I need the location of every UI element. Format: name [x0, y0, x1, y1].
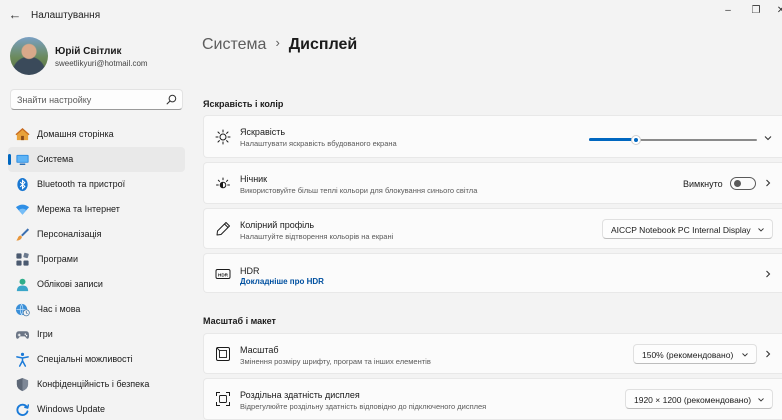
- hdr-card[interactable]: HDR HDR Докладніше про HDR: [203, 253, 782, 293]
- bluetooth-icon: [17, 177, 28, 192]
- sidebar-item-apps[interactable]: Програми: [8, 247, 185, 272]
- account-icon: [16, 278, 29, 292]
- title-bar: ← Налаштування – ❐ ✕: [0, 0, 782, 30]
- accessibility-icon: [16, 352, 29, 367]
- brightness-slider[interactable]: [589, 135, 757, 145]
- monitor-icon: [16, 154, 29, 166]
- sidebar-item-label: Час і мова: [37, 304, 81, 314]
- section-title-scale-layout: Масштаб і макет: [203, 316, 276, 326]
- night-light-card[interactable]: Нічник Використовуйте більш теплі кольор…: [203, 162, 782, 204]
- sidebar-item-system[interactable]: Система: [8, 147, 185, 172]
- dropdown-value: 150% (рекомендовано): [642, 350, 734, 360]
- sidebar-item-gaming[interactable]: Ігри: [8, 322, 185, 347]
- breadcrumb-separator: ›: [275, 35, 280, 50]
- color-profile-title: Колірний профіль: [240, 220, 315, 230]
- sidebar-item-label: Програми: [37, 254, 78, 264]
- chevron-down-icon: [742, 353, 748, 357]
- dropdown-value: 1920 × 1200 (рекомендовано): [634, 395, 752, 405]
- slider-fill: [589, 138, 636, 141]
- sidebar-item-home[interactable]: Домашня сторінка: [8, 122, 185, 147]
- sun-icon: [215, 129, 231, 145]
- sidebar-item-label: Облікові записи: [37, 279, 103, 289]
- home-icon: [15, 127, 30, 141]
- page-title: Дисплей: [288, 36, 358, 53]
- sidebar-item-label: Ігри: [37, 329, 53, 339]
- breadcrumb-parent[interactable]: Система: [202, 36, 266, 53]
- brightness-card[interactable]: Яскравість Налаштувати яскравість вбудов…: [203, 115, 782, 158]
- resize-icon: [216, 347, 230, 361]
- hdr-learn-more-link[interactable]: Докладніше про HDR: [240, 277, 324, 286]
- resolution-card[interactable]: Роздільна здатність дисплея Відрегулюйте…: [203, 378, 782, 420]
- sidebar-item-privacy-security[interactable]: Конфіденційність і безпека: [8, 372, 185, 397]
- chevron-right-icon[interactable]: [763, 349, 773, 359]
- sidebar-item-accounts[interactable]: Облікові записи: [8, 272, 185, 297]
- section-title-brightness-color: Яскравість і колір: [203, 99, 284, 109]
- brush-icon: [16, 228, 30, 241]
- resolution-dropdown[interactable]: 1920 × 1200 (рекомендовано): [625, 389, 773, 409]
- sidebar-item-network[interactable]: Мережа та Інтернет: [8, 197, 185, 222]
- chevron-right-icon[interactable]: [763, 269, 773, 279]
- user-name: Юрій Світлик: [55, 46, 122, 57]
- sidebar-item-time-language[interactable]: Час і мова: [8, 297, 185, 322]
- sidebar-item-label: Спеціальні можливості: [37, 354, 133, 364]
- maximize-button[interactable]: ❐: [746, 4, 766, 18]
- gamepad-icon: [15, 331, 30, 339]
- chevron-down-icon: [758, 228, 764, 232]
- sidebar-item-label: Персоналізація: [37, 229, 102, 239]
- sidebar-item-label: Мережа та Інтернет: [37, 204, 120, 214]
- shield-icon: [16, 377, 29, 392]
- scale-subtitle: Змінення розміру шрифту, програм та інши…: [240, 357, 431, 366]
- svg-text:HDR: HDR: [218, 272, 229, 277]
- search-input[interactable]: [17, 93, 162, 107]
- dropdown-value: AICCP Notebook PC Internal Display: [611, 225, 751, 235]
- brightness-title: Яскравість: [240, 127, 286, 137]
- minimize-button[interactable]: –: [718, 4, 738, 18]
- user-email: sweetlikyuri@hotmail.com: [55, 59, 148, 68]
- night-light-title: Нічник: [240, 174, 268, 184]
- sidebar-nav: Домашня сторінка Система Bluetooth та пр…: [8, 122, 185, 420]
- chevron-down-icon[interactable]: [763, 133, 773, 143]
- sidebar-item-windows-update[interactable]: Windows Update: [8, 397, 185, 420]
- breadcrumb: Система › Дисплей: [202, 35, 358, 54]
- color-profile-subtitle: Налаштуйте відтворення кольорів на екран…: [240, 232, 394, 241]
- night-light-state: Вимкнуто: [683, 179, 723, 189]
- night-light-toggle[interactable]: [730, 177, 756, 190]
- search-icon[interactable]: [166, 94, 177, 105]
- apps-icon: [16, 252, 29, 266]
- night-light-subtitle: Використовуйте більш теплі кольори для б…: [240, 186, 478, 195]
- color-profile-dropdown[interactable]: AICCP Notebook PC Internal Display: [602, 219, 773, 239]
- pen-icon: [216, 222, 230, 236]
- scale-title: Масштаб: [240, 345, 279, 355]
- sidebar-item-label: Домашня сторінка: [37, 129, 114, 139]
- sidebar-item-personalization[interactable]: Персоналізація: [8, 222, 185, 247]
- sidebar-item-accessibility[interactable]: Спеціальні можливості: [8, 347, 185, 372]
- avatar: [10, 37, 48, 75]
- display-resolution-icon: [216, 392, 230, 406]
- app-title: Налаштування: [31, 10, 101, 21]
- chevron-down-icon: [758, 398, 764, 402]
- sidebar-item-bluetooth[interactable]: Bluetooth та пристрої: [8, 172, 185, 197]
- color-profile-card[interactable]: Колірний профіль Налаштуйте відтворення …: [203, 208, 782, 249]
- scale-card[interactable]: Масштаб Змінення розміру шрифту, програм…: [203, 333, 782, 374]
- chevron-right-icon[interactable]: [763, 178, 773, 188]
- resolution-subtitle: Відрегулюйте роздільну здатність відпові…: [240, 402, 487, 411]
- wifi-icon: [15, 204, 30, 215]
- sidebar-item-label: Система: [37, 154, 74, 164]
- update-icon: [16, 403, 30, 416]
- close-button[interactable]: ✕: [771, 4, 782, 18]
- sidebar-item-label: Windows Update: [37, 404, 106, 414]
- toggle-knob: [734, 180, 741, 187]
- resolution-title: Роздільна здатність дисплея: [240, 390, 360, 400]
- scale-dropdown[interactable]: 150% (рекомендовано): [633, 344, 757, 364]
- night-light-icon: [216, 177, 230, 189]
- slider-thumb[interactable]: [631, 135, 641, 145]
- sidebar-item-label: Конфіденційність і безпека: [37, 379, 150, 389]
- back-button[interactable]: ←: [6, 7, 24, 23]
- globe-clock-icon: [15, 303, 30, 317]
- search-box[interactable]: [10, 89, 183, 110]
- brightness-subtitle: Налаштувати яскравість вбудованого екран…: [240, 139, 397, 148]
- hdr-icon: HDR: [215, 269, 231, 279]
- hdr-title: HDR: [240, 266, 260, 276]
- sidebar-item-label: Bluetooth та пристрої: [37, 179, 126, 189]
